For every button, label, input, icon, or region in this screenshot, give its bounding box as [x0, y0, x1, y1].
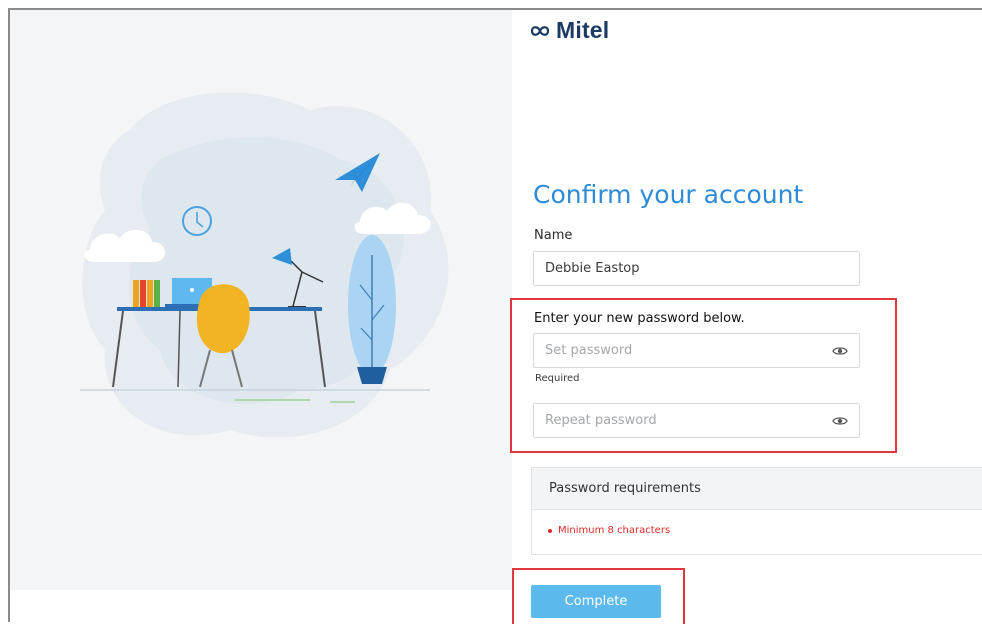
name-field[interactable]: Debbie Eastop	[533, 251, 860, 286]
mitel-logo: Mitel	[530, 17, 609, 44]
logo-text: Mitel	[556, 17, 610, 43]
name-label: Name	[534, 228, 573, 243]
requirements-heading: Password requirements	[532, 468, 982, 510]
mitel-logo-icon	[530, 25, 550, 36]
password-requirements-panel: Password requirements Minimum 8 characte…	[531, 467, 982, 555]
requirement-item: Minimum 8 characters	[548, 525, 670, 536]
highlight-password-section	[510, 298, 897, 453]
illustration-panel	[10, 10, 512, 590]
name-value: Debbie Eastop	[545, 261, 640, 276]
window-top-border	[8, 8, 982, 10]
highlight-complete-button	[512, 568, 685, 624]
page: Mitel Confirm your account Name Debbie E…	[0, 0, 982, 624]
workspace-illustration	[80, 92, 449, 438]
bullet-icon	[548, 528, 552, 533]
requirement-text: Minimum 8 characters	[558, 525, 671, 536]
page-title: Confirm your account	[533, 180, 804, 209]
window-left-border	[8, 8, 10, 622]
